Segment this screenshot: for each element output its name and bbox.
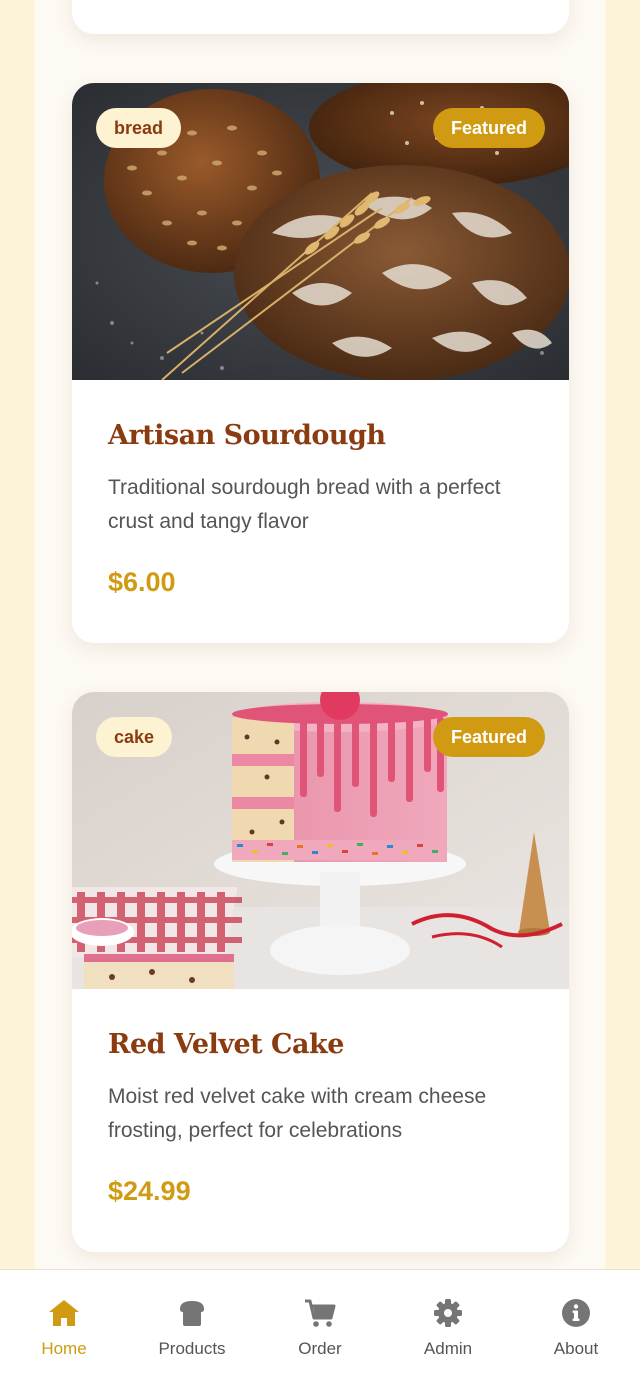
product-price: $6.00 [108, 567, 176, 597]
product-card-previous[interactable] [72, 0, 569, 34]
nav-label-home: Home [41, 1339, 87, 1358]
cart-icon [303, 1297, 337, 1329]
product-card-body: Red Velvet Cake Moist red velvet cake wi… [72, 989, 569, 1207]
product-description: Traditional sourdough bread with a perfe… [108, 476, 501, 533]
category-badge: bread [96, 108, 182, 148]
product-description: Moist red velvet cake with cream cheese … [108, 1085, 487, 1142]
product-image-red-velvet: cake Featured [72, 692, 569, 989]
nav-item-products[interactable]: Products [128, 1270, 256, 1387]
bottom-nav: Home Products Order Admin About [0, 1269, 640, 1387]
featured-badge: Featured [432, 108, 545, 148]
featured-badge: Featured [432, 717, 545, 757]
nav-item-home[interactable]: Home [0, 1270, 128, 1387]
app-screen: bread Featured Artisan Sourdough Traditi… [0, 0, 640, 1387]
nav-item-about[interactable]: About [512, 1270, 640, 1387]
category-badge: cake [96, 717, 173, 757]
nav-item-order[interactable]: Order [256, 1270, 384, 1387]
nav-item-admin[interactable]: Admin [384, 1270, 512, 1387]
product-title: Red Velvet Cake [108, 1029, 344, 1060]
info-icon [559, 1297, 593, 1329]
nav-label-admin: Admin [423, 1339, 473, 1358]
product-image-sourdough: bread Featured [72, 83, 569, 380]
product-card[interactable]: bread Featured Artisan Sourdough Traditi… [72, 83, 569, 643]
nav-label-products: Products [158, 1339, 226, 1358]
bread-icon [175, 1297, 209, 1329]
gear-icon [431, 1297, 465, 1329]
product-card-body: Artisan Sourdough Traditional sourdough … [72, 380, 569, 598]
product-price: $24.99 [108, 1176, 191, 1206]
nav-label-order: Order [298, 1339, 342, 1358]
home-icon [47, 1297, 81, 1329]
product-card[interactable]: cake Featured Red Velvet Cake Moist red … [72, 692, 569, 1252]
product-title: Artisan Sourdough [108, 420, 386, 451]
nav-label-about: About [553, 1339, 599, 1358]
